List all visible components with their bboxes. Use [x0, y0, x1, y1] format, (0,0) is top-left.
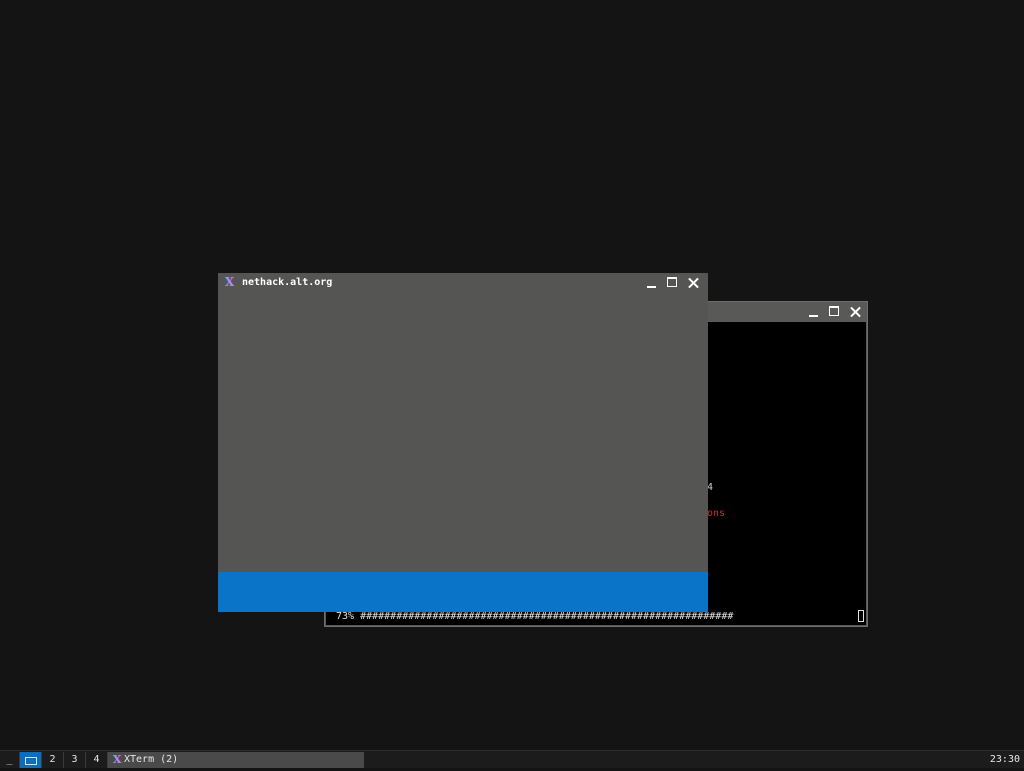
xterm-maximize-icon[interactable]: [824, 302, 845, 321]
taskbar: _ 2 3 4 X XTerm (2) 23:30: [0, 750, 1024, 768]
close-icon[interactable]: [683, 273, 704, 292]
terminal-progress-line: 73% ####################################…: [336, 611, 734, 622]
maximize-icon[interactable]: [662, 273, 683, 292]
taskbar-clock: 23:30: [989, 754, 1020, 765]
xterm-x-icon: X: [224, 275, 235, 289]
xterm-minimize-icon[interactable]: [803, 302, 824, 321]
window-title: nethack.alt.org: [242, 277, 333, 288]
minimize-icon[interactable]: [641, 273, 662, 292]
desktop: 4 ons 73% ##############################…: [0, 0, 1024, 750]
taskbar-task-xterm[interactable]: X XTerm (2): [108, 752, 364, 768]
terminal-line-fragment-red: ons: [707, 508, 726, 519]
nethack-bottom-bar: [218, 572, 708, 612]
nethack-window[interactable]: X nethack.alt.org: [218, 273, 708, 612]
workspace-4-button[interactable]: 4: [86, 752, 108, 768]
xterm-close-icon[interactable]: [845, 302, 866, 321]
workspace-2-button[interactable]: 2: [42, 752, 64, 768]
task-label: XTerm (2): [124, 754, 179, 765]
nethack-window-controls: [641, 273, 704, 292]
workspace-active-icon: [24, 757, 37, 765]
terminal-cursor: [858, 610, 864, 622]
nethack-window-body[interactable]: [218, 293, 708, 572]
xterm-x-icon: X: [112, 753, 122, 766]
nethack-titlebar[interactable]: X nethack.alt.org: [218, 273, 708, 293]
workspace-3-button[interactable]: 3: [64, 752, 86, 768]
workspace-1-button[interactable]: [20, 752, 42, 768]
xterm-window-controls: [803, 302, 866, 321]
taskbar-menu-button[interactable]: _: [0, 752, 20, 768]
